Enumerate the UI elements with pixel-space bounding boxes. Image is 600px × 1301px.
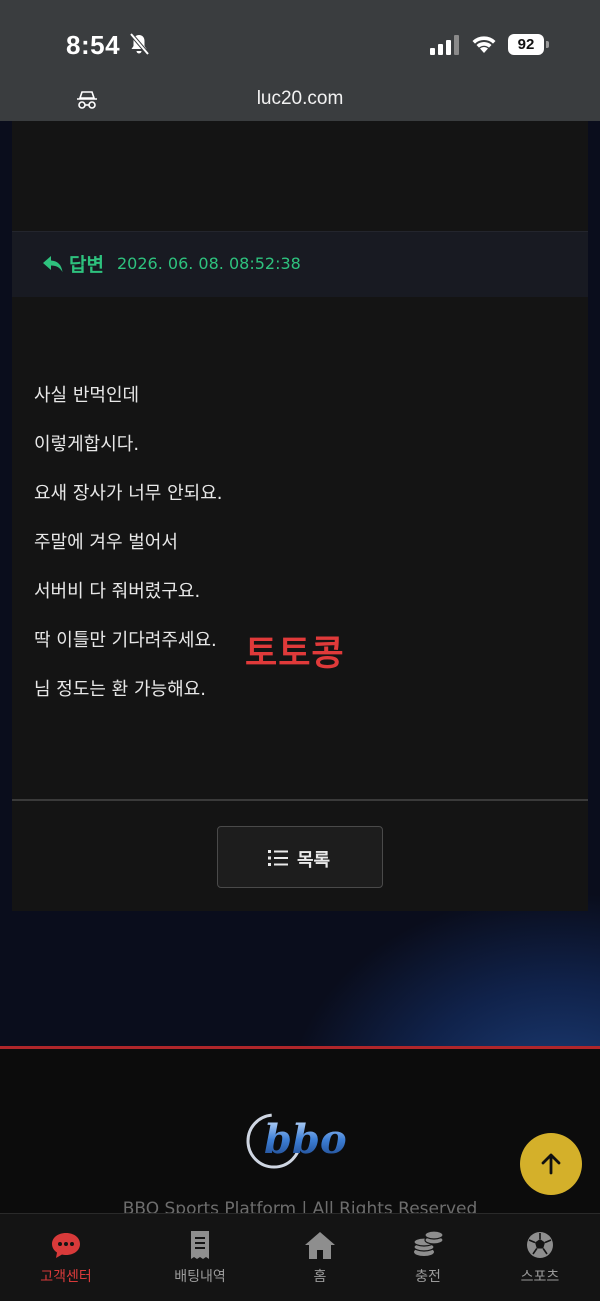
bottom-navigation: 고객센터 배팅내역 홈 충전 스포츠 [0,1213,600,1301]
status-bar: 8:54 92 [0,0,600,84]
divider [12,799,588,801]
nav-label: 스포츠 [520,1269,560,1285]
bbo-logo: bbo [246,1113,347,1169]
bell-muted-icon [129,32,150,56]
nav-item-home[interactable]: 홈 [260,1214,380,1301]
answer-line: 님 정도는 환 가능해요. [34,679,206,700]
answer-line: 사실 반먹인데 [34,385,140,406]
battery-tip [546,41,549,48]
nav-item-deposit[interactable]: 충전 [368,1214,488,1301]
watermark-text: 토토콩 [245,634,345,674]
battery-indicator: 92 [508,34,550,55]
battery-level: 92 [508,34,544,55]
nav-label: 홈 [313,1269,327,1285]
list-button[interactable]: 목록 [217,826,383,888]
answer-line: 딱 이틀만 기다려주세요. [34,630,217,651]
answer-body: 사실 반먹인데 이렇게합시다. 요새 장사가 너무 안되요. 주말에 겨우 벌어… [34,381,223,724]
answer-label: 답변 [69,254,104,276]
nav-label: 배팅내역 [174,1269,226,1285]
scroll-to-top-button[interactable] [520,1133,582,1195]
coins-icon [413,1230,444,1256]
wifi-icon [472,36,496,53]
answer-header: 답변 2026. 06. 08. 08:52:38 [12,231,588,297]
arrow-up-icon [541,1153,561,1175]
reply-arrow-icon [43,256,63,272]
answer-line: 이렇게합시다. [34,434,140,455]
list-icon [268,850,288,866]
nav-item-betting-history[interactable]: 배팅내역 [140,1214,260,1301]
nav-item-customer-center[interactable]: 고객센터 [6,1214,126,1301]
cellular-signal-icon [430,35,459,55]
home-icon [305,1232,335,1259]
nav-item-sports[interactable]: 스포츠 [480,1214,600,1301]
answer-date: 2026. 06. 08. 08:52:38 [117,254,301,273]
answer-line: 주말에 겨우 벌어서 [34,532,178,553]
chat-icon [52,1233,80,1258]
soccer-ball-icon [527,1232,553,1258]
url-text: luc20.com [256,88,344,109]
list-button-label: 목록 [297,850,331,871]
browser-url-bar[interactable]: luc20.com [0,84,600,121]
nav-label: 충전 [415,1269,441,1285]
nav-label: 고객센터 [40,1269,92,1285]
clock: 8:54 [66,30,121,60]
svg-text:bbo: bbo [264,1116,347,1163]
answer-line: 요새 장사가 너무 안되요. [34,483,223,504]
receipt-icon [191,1231,209,1259]
answer-line: 서버비 다 줘버렸구요. [34,581,201,602]
answer-card: 답변 2026. 06. 08. 08:52:38 사실 반먹인데 이렇게합시다… [12,121,588,911]
